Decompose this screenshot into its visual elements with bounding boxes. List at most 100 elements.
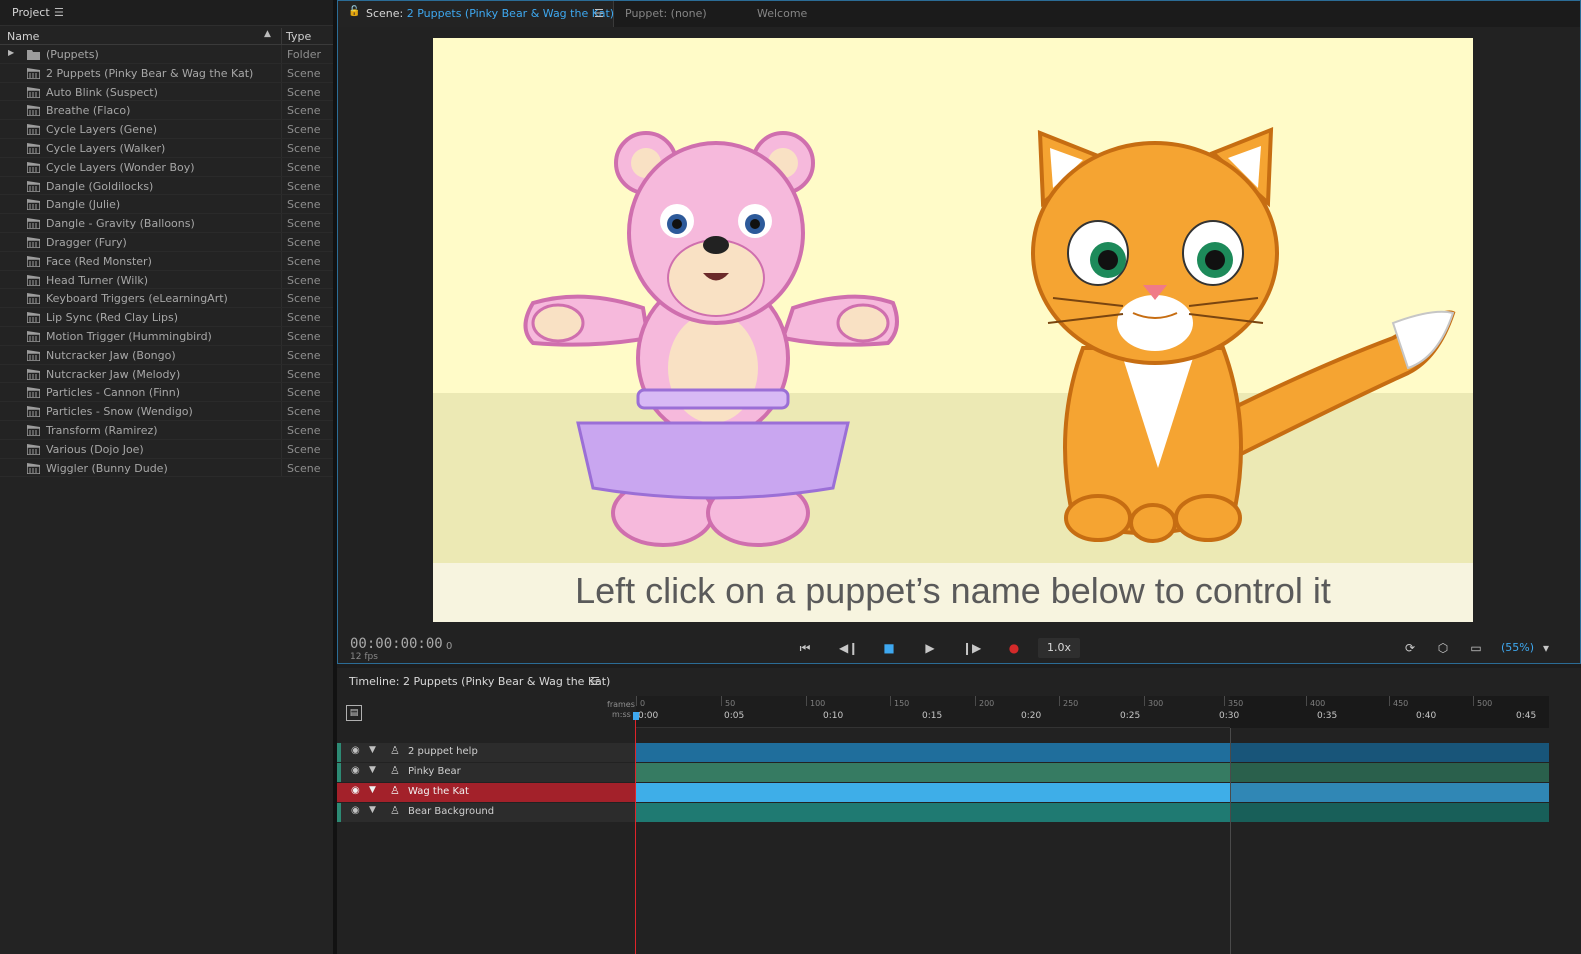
ruler-time-tick: 0:10 [823, 711, 844, 721]
tab-scene[interactable]: 🔓 Scene: 2 Puppets (Pinky Bear & Wag the… [338, 1, 614, 27]
ruler-time-tick: 0:15 [922, 711, 943, 721]
playback-speed[interactable]: 1.0x [1038, 638, 1080, 658]
project-item[interactable]: Dangle (Goldilocks) Scene [0, 176, 333, 196]
project-item[interactable]: Nutcracker Jaw (Melody) Scene [0, 364, 333, 384]
column-divider[interactable] [281, 28, 282, 45]
project-item-type: Scene [287, 311, 321, 325]
project-item[interactable]: Dragger (Fury) Scene [0, 232, 333, 252]
chevron-down-icon[interactable]: ▼ [369, 765, 376, 775]
scene-stage[interactable]: Left click on a puppet’s name below to c… [433, 38, 1473, 622]
zoom-level[interactable]: (55%) [1501, 641, 1534, 654]
project-item-name: Cycle Layers (Wonder Boy) [46, 160, 195, 174]
sort-ascending-icon[interactable]: ▲ [264, 29, 271, 39]
lock-icon[interactable]: 🔓 [348, 6, 360, 17]
hamburger-icon[interactable]: ☰ [594, 7, 604, 20]
project-item[interactable]: Cycle Layers (Walker) Scene [0, 138, 333, 158]
play-icon[interactable]: ▶ [921, 639, 939, 657]
timeline-track[interactable]: ◉ ▼ ♙ Wag the Kat [337, 783, 1549, 802]
project-item[interactable]: Keyboard Triggers (eLearningArt) Scene [0, 289, 333, 309]
track-header[interactable]: ◉ ▼ ♙ 2 puppet help [337, 743, 635, 762]
tab-puppet[interactable]: Puppet: (none) [614, 1, 746, 27]
project-item[interactable]: Cycle Layers (Wonder Boy) Scene [0, 157, 333, 177]
chevron-down-icon[interactable]: ▼ [369, 785, 376, 795]
column-divider [281, 439, 282, 458]
folder-icon [27, 49, 40, 60]
project-item-type: Scene [287, 217, 321, 231]
track-bar[interactable] [636, 763, 1549, 782]
project-item[interactable]: Nutcracker Jaw (Bongo) Scene [0, 345, 333, 365]
ruler-time-tick: 0:05 [724, 711, 745, 721]
expand-arrow-icon[interactable]: ▶ [8, 48, 14, 57]
track-header[interactable]: ◉ ▼ ♙ Wag the Kat [337, 783, 635, 802]
timeline-title[interactable]: Timeline: 2 Puppets (Pinky Bear & Wag th… [349, 675, 610, 688]
track-bar[interactable] [636, 783, 1549, 802]
project-item[interactable]: Wiggler (Bunny Dude) Scene [0, 458, 333, 478]
project-item[interactable]: Dangle - Gravity (Balloons) Scene [0, 214, 333, 233]
project-item[interactable]: Auto Blink (Suspect) Scene [0, 82, 333, 102]
project-item-type: Scene [287, 198, 321, 212]
ruler-tick-mark [1224, 696, 1225, 706]
project-item[interactable]: Particles - Snow (Wendigo) Scene [0, 402, 333, 421]
track-bar-after-end [1230, 783, 1549, 802]
chevron-down-icon[interactable]: ▼ [369, 745, 376, 755]
eye-icon[interactable]: ◉ [351, 765, 360, 776]
project-item[interactable]: 2 Puppets (Pinky Bear & Wag the Kat) Scen… [0, 63, 333, 83]
step-back-icon[interactable]: ◀❙ [839, 639, 858, 657]
project-panel: Project ☰ Name ▲ Type ▶ (Puppets) Folder 2 … [0, 0, 333, 954]
track-header[interactable]: ◉ ▼ ♙ Bear Background [337, 803, 635, 822]
record-icon[interactable]: ● [1005, 639, 1023, 657]
project-item-name: Keyboard Triggers (eLearningArt) [46, 292, 228, 306]
timeline-track[interactable]: ◉ ▼ ♙ 2 puppet help [337, 743, 1549, 762]
track-bar[interactable] [636, 743, 1549, 762]
refresh-icon[interactable]: ⟳ [1401, 639, 1419, 657]
tab-scene-label: Scene: 2 Puppets (Pinky Bear & Wag the K… [366, 7, 614, 20]
scene-icon [26, 330, 41, 343]
hamburger-icon[interactable]: ☰ [54, 6, 64, 19]
project-item[interactable]: Breathe (Flaco) Scene [0, 101, 333, 121]
tab-welcome[interactable]: Welcome [746, 1, 866, 27]
project-item[interactable]: Cycle Layers (Gene) Scene [0, 120, 333, 139]
timeline-options-icon[interactable]: ▤ [346, 705, 362, 721]
ruler-tick-mark [890, 696, 891, 706]
project-item[interactable]: Dangle (Julie) Scene [0, 195, 333, 215]
project-item[interactable]: Transform (Ramirez) Scene [0, 420, 333, 440]
stop-icon[interactable]: ■ [880, 639, 898, 657]
eye-icon[interactable]: ◉ [351, 785, 360, 796]
chevron-down-icon[interactable]: ▼ [369, 805, 376, 815]
project-item-name: Transform (Ramirez) [46, 423, 158, 437]
project-item[interactable]: Motion Trigger (Hummingbird) Scene [0, 326, 333, 346]
playhead[interactable] [635, 712, 636, 954]
project-item[interactable]: Face (Red Monster) Scene [0, 251, 333, 271]
ruler-frame-tick: 450 [1393, 699, 1409, 708]
project-item[interactable]: Particles - Cannon (Finn) Scene [0, 383, 333, 403]
timeline-track[interactable]: ◉ ▼ ♙ Pinky Bear [337, 763, 1549, 782]
project-item[interactable]: ▶ (Puppets) Folder [0, 45, 333, 64]
project-item[interactable]: Lip Sync (Red Clay Lips) Scene [0, 308, 333, 327]
hamburger-icon[interactable]: ☰ [590, 675, 600, 688]
track-bar[interactable] [636, 803, 1549, 822]
step-forward-icon[interactable]: ❙▶ [962, 639, 981, 657]
go-to-start-icon[interactable]: ⏮ [796, 639, 814, 657]
eye-icon[interactable]: ◉ [351, 745, 360, 756]
scene-icon [26, 236, 41, 249]
scene-icon [26, 86, 41, 99]
scene-icon [26, 180, 41, 193]
project-tab[interactable]: Project ☰ [0, 0, 333, 26]
column-name-header[interactable]: Name [7, 30, 39, 43]
playhead-handle[interactable] [633, 712, 639, 720]
mesh-icon[interactable]: ⬡ [1434, 639, 1452, 657]
column-divider [281, 45, 282, 63]
track-header[interactable]: ◉ ▼ ♙ Pinky Bear [337, 763, 635, 782]
column-divider [281, 251, 282, 270]
chevron-down-icon[interactable]: ▾ [1537, 639, 1555, 657]
project-item[interactable]: Head Turner (Wilk) Scene [0, 270, 333, 290]
time-ruler[interactable]: 0 50 100 150 200 250 300 350 400 450 500 0:00 0:05 0:… [636, 696, 1549, 728]
timeline-track[interactable]: ◉ ▼ ♙ Bear Background [337, 803, 1549, 822]
scene-end-line[interactable] [1230, 728, 1231, 954]
column-type-header[interactable]: Type [286, 30, 311, 43]
ruler-frame-tick: 0 [640, 699, 646, 708]
frame-aspect-icon[interactable]: ▭ [1467, 639, 1485, 657]
eye-icon[interactable]: ◉ [351, 805, 360, 816]
project-item[interactable]: Various (Dojo Joe) Scene [0, 439, 333, 459]
scene-icon [26, 387, 41, 400]
